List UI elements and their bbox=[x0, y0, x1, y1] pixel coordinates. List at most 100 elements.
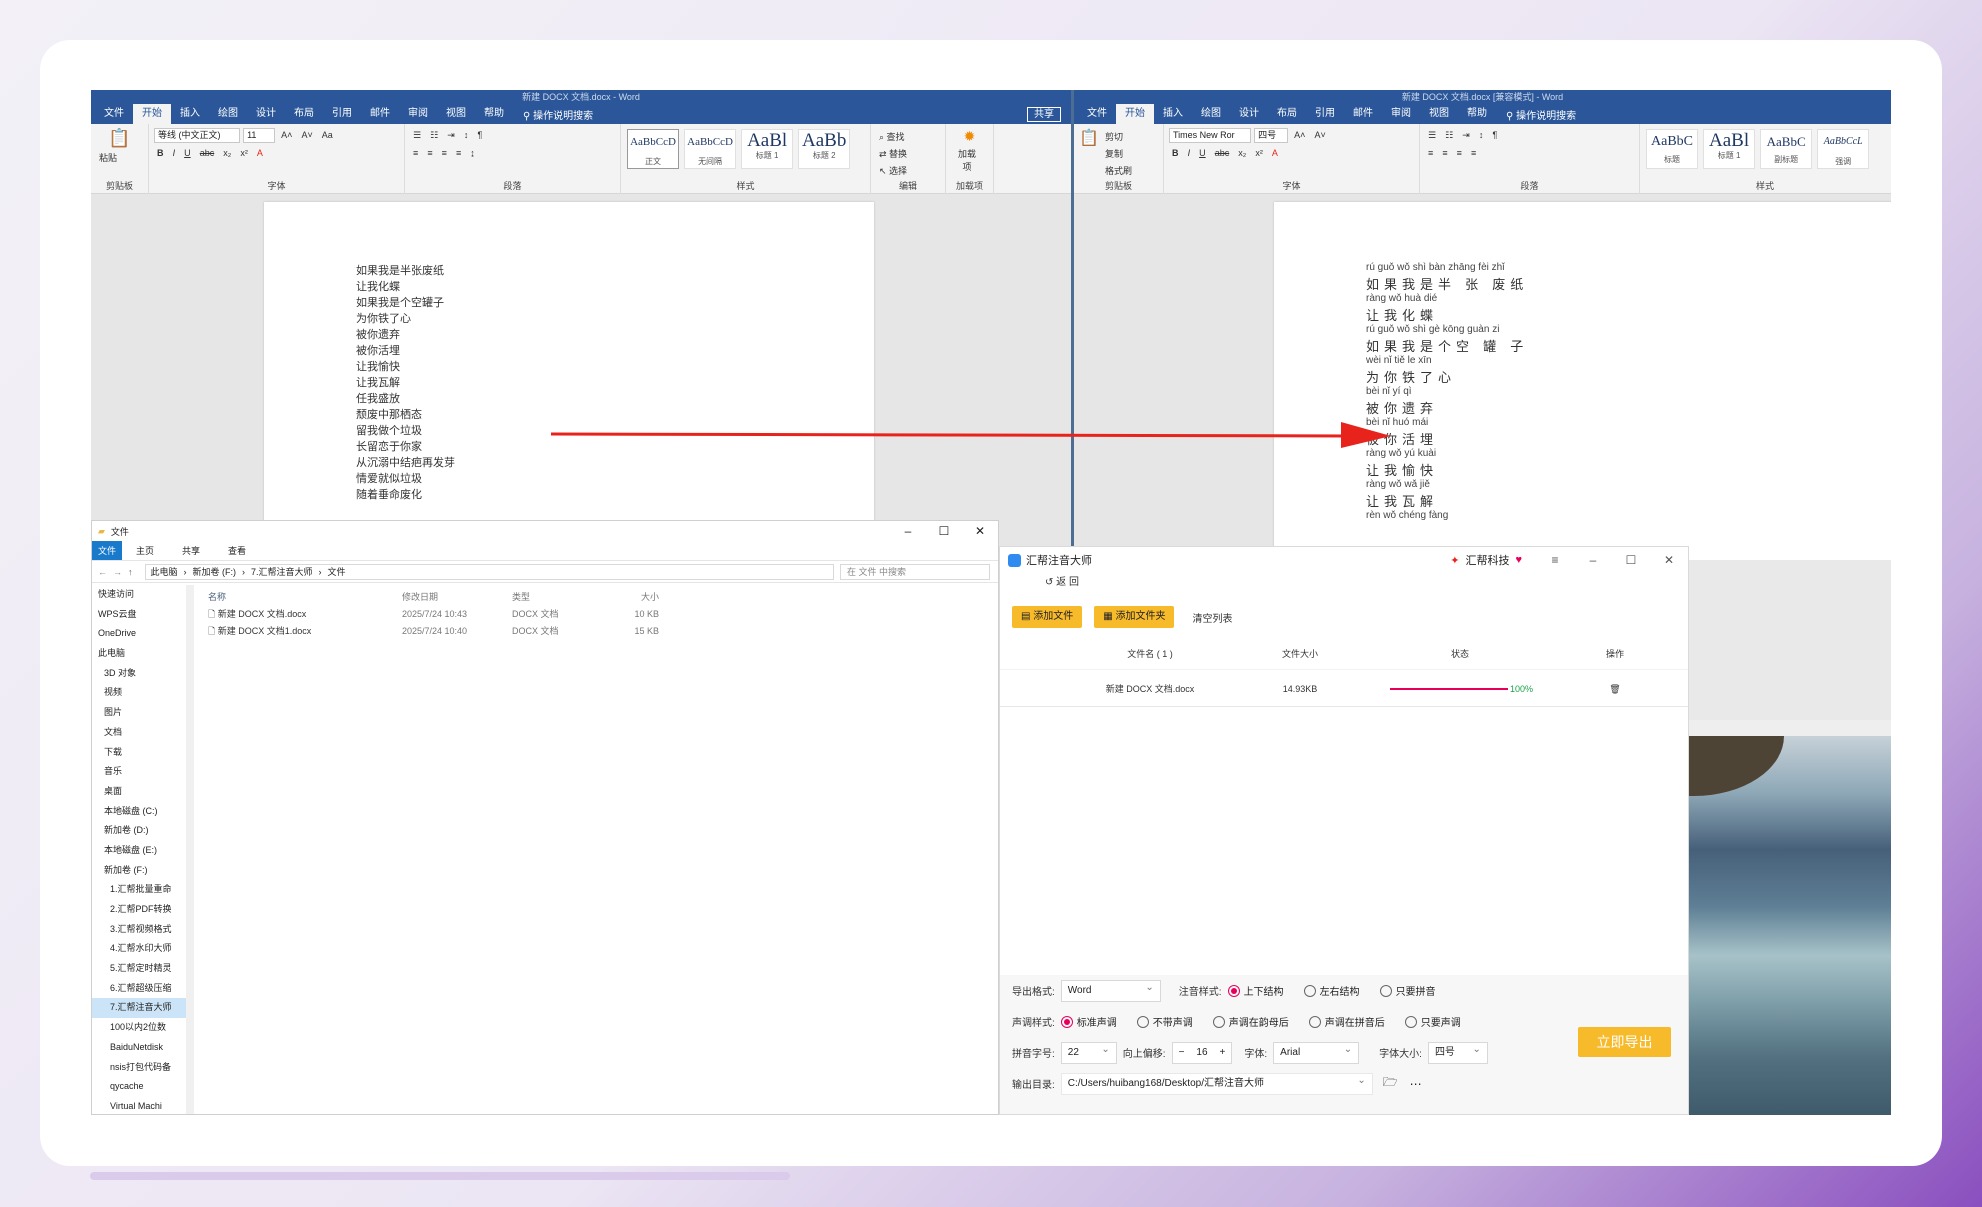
style-subtitle[interactable]: AaBbC 副标题 bbox=[1760, 129, 1813, 169]
font-size-combo[interactable]: 四号 bbox=[1254, 128, 1289, 143]
breadcrumb-item[interactable]: 此电脑 bbox=[151, 565, 178, 578]
indent-icon[interactable]: ⇥ bbox=[445, 129, 457, 142]
nav-item[interactable]: 6.汇帮超级压缩 bbox=[92, 979, 192, 999]
breadcrumb-item[interactable]: 文件 bbox=[328, 565, 346, 578]
tab-references[interactable]: 引用 bbox=[323, 104, 361, 124]
tab-insert[interactable]: 插入 bbox=[171, 104, 209, 124]
line-spacing-icon[interactable]: ↨ bbox=[468, 147, 477, 159]
replace-button[interactable]: ⇄ 替换 bbox=[877, 146, 909, 161]
font-size-select[interactable]: 四号 bbox=[1427, 1040, 1488, 1064]
nav-item[interactable]: 文档 bbox=[92, 723, 192, 743]
align-left-icon[interactable]: ≡ bbox=[411, 147, 420, 159]
tab-draw[interactable]: 绘图 bbox=[1192, 104, 1230, 124]
tab-mailings[interactable]: 邮件 bbox=[1344, 104, 1382, 124]
nav-item[interactable]: 7.汇帮注音大师 bbox=[92, 998, 192, 1019]
share-button[interactable]: 共享 bbox=[1027, 106, 1061, 122]
file-row[interactable]: 🗋 新建 DOCX 文档.docx 2025/7/24 10:43 DOCX 文… bbox=[202, 606, 998, 623]
italic-icon[interactable]: I bbox=[171, 147, 178, 159]
nav-item[interactable]: 2.汇帮PDF转换 bbox=[92, 900, 192, 920]
bold-icon[interactable]: B bbox=[1170, 147, 1181, 159]
tell-me-search[interactable]: ⚲ 操作说明搜索 bbox=[523, 107, 593, 122]
show-marks-icon[interactable]: ¶ bbox=[475, 129, 484, 141]
change-case-icon[interactable]: Aa bbox=[320, 129, 335, 141]
indent-icon[interactable]: ⇥ bbox=[1460, 129, 1472, 142]
sort-icon[interactable]: ↕ bbox=[462, 129, 471, 141]
justify-icon[interactable]: ≡ bbox=[454, 147, 463, 159]
tab-design[interactable]: 设计 bbox=[1230, 104, 1268, 124]
path-box[interactable]: 此电脑 › 新加卷 (F:) › 7.汇帮注音大师 › 文件 bbox=[144, 563, 834, 580]
radio-tone-after-pinyin[interactable]: 声调在拼音后 bbox=[1308, 1014, 1385, 1029]
tab-view[interactable]: 视图 bbox=[437, 104, 475, 124]
export-format-select[interactable]: Word bbox=[1060, 978, 1161, 1002]
offset-stepper[interactable]: − 16 + bbox=[1171, 1041, 1233, 1064]
tab-file[interactable]: 文件 bbox=[92, 541, 123, 560]
delete-icon[interactable]: 🗑 bbox=[1560, 670, 1670, 706]
folder-open-icon[interactable]: 🗁 bbox=[1383, 1073, 1398, 1094]
nav-item[interactable]: nsis打包代码备 bbox=[92, 1058, 192, 1078]
numbering-icon[interactable]: ☷ bbox=[428, 129, 440, 142]
radio-no-tone[interactable]: 不带声调 bbox=[1136, 1014, 1193, 1029]
minimize-icon[interactable]: – bbox=[890, 524, 926, 538]
table-row[interactable]: 新建 DOCX 文档.docx 14.93KB 100% 🗑 bbox=[1000, 669, 1688, 707]
style-no-spacing[interactable]: AaBbCcD 无间隔 bbox=[684, 129, 737, 169]
strikethrough-icon[interactable]: abc bbox=[198, 147, 217, 159]
select-button[interactable]: ↖ 选择 bbox=[877, 163, 909, 178]
italic-icon[interactable]: I bbox=[1186, 147, 1193, 159]
nav-item[interactable]: 新加卷 (D:) bbox=[92, 821, 192, 841]
subscript-icon[interactable]: x₂ bbox=[221, 147, 233, 159]
nav-item[interactable]: 5.汇帮定时精灵 bbox=[92, 959, 192, 979]
superscript-icon[interactable]: x² bbox=[238, 147, 250, 159]
breadcrumb-item[interactable]: 7.汇帮注音大师 bbox=[251, 565, 313, 578]
tab-layout[interactable]: 布局 bbox=[285, 104, 323, 124]
nav-item[interactable]: 此电脑 bbox=[92, 644, 192, 664]
bullets-icon[interactable]: ☰ bbox=[1426, 129, 1438, 142]
column-type[interactable]: 类型 bbox=[512, 589, 604, 606]
font-name-combo[interactable]: 等线 (中文正文) bbox=[154, 128, 240, 143]
more-icon[interactable]: ⋯ bbox=[1410, 1077, 1422, 1091]
tab-view[interactable]: 视图 bbox=[1420, 104, 1458, 124]
tab-review[interactable]: 审阅 bbox=[399, 104, 437, 124]
underline-icon[interactable]: U bbox=[1197, 147, 1208, 159]
underline-icon[interactable]: U bbox=[182, 147, 193, 159]
tab-design[interactable]: 设计 bbox=[247, 104, 285, 124]
tab-file[interactable]: 文件 bbox=[1078, 104, 1116, 124]
addin-icon[interactable]: ✹ bbox=[951, 128, 988, 145]
bold-icon[interactable]: B bbox=[155, 147, 166, 159]
style-emphasis[interactable]: AaBbCcL 强调 bbox=[1817, 129, 1870, 169]
menu-icon[interactable]: ≡ bbox=[1536, 553, 1574, 567]
tab-review[interactable]: 审阅 bbox=[1382, 104, 1420, 124]
tab-home[interactable]: 主页 bbox=[122, 544, 168, 557]
nav-item[interactable]: 3.汇帮视频格式 bbox=[92, 920, 192, 940]
radio-standard-tone[interactable]: 标准声调 bbox=[1060, 1014, 1117, 1029]
add-file-button[interactable]: ▤ 添加文件 bbox=[1012, 606, 1083, 628]
find-button[interactable]: ⌕ 查找 bbox=[877, 129, 907, 144]
nav-item[interactable]: BaiduNetdisk bbox=[92, 1038, 192, 1058]
show-marks-icon[interactable]: ¶ bbox=[1490, 129, 1499, 141]
close-icon[interactable]: ✕ bbox=[962, 524, 998, 538]
align-right-icon[interactable]: ≡ bbox=[1455, 147, 1464, 159]
justify-icon[interactable]: ≡ bbox=[1469, 147, 1478, 159]
back-button[interactable]: ↺ 返 回 bbox=[1000, 573, 1688, 593]
tab-layout[interactable]: 布局 bbox=[1268, 104, 1306, 124]
style-heading-2[interactable]: AaBb 标题 2 bbox=[798, 129, 851, 169]
clear-list-button[interactable]: 清空列表 bbox=[1192, 610, 1232, 625]
tab-references[interactable]: 引用 bbox=[1306, 104, 1344, 124]
pinyin-size-select[interactable]: 22 bbox=[1060, 1040, 1117, 1064]
align-center-icon[interactable]: ≡ bbox=[1440, 147, 1449, 159]
nav-item[interactable]: 视频 bbox=[92, 683, 192, 703]
nav-item[interactable]: Virtual Machi bbox=[92, 1097, 192, 1114]
breadcrumb-item[interactable]: 新加卷 (F:) bbox=[193, 565, 237, 578]
tab-home[interactable]: 开始 bbox=[133, 104, 171, 124]
shrink-font-icon[interactable]: A˅ bbox=[299, 129, 314, 141]
document-page[interactable]: rú guǒ wǒ shì bàn zhāng fèi zhǐ 如果我是半 张 … bbox=[1274, 202, 1891, 560]
strikethrough-icon[interactable]: abc bbox=[1213, 147, 1232, 159]
column-size[interactable]: 大小 bbox=[604, 589, 659, 606]
tab-insert[interactable]: 插入 bbox=[1154, 104, 1192, 124]
font-name-combo[interactable]: Times New Ror bbox=[1169, 128, 1251, 143]
nav-item[interactable]: 4.汇帮水印大师 bbox=[92, 939, 192, 959]
tab-help[interactable]: 帮助 bbox=[475, 104, 513, 124]
minimize-icon[interactable]: – bbox=[1574, 553, 1612, 567]
nav-item[interactable]: WPS云盘 bbox=[92, 605, 192, 625]
font-color-icon[interactable]: A bbox=[1270, 147, 1280, 159]
paste-icon[interactable]: 📋 bbox=[1079, 128, 1099, 148]
